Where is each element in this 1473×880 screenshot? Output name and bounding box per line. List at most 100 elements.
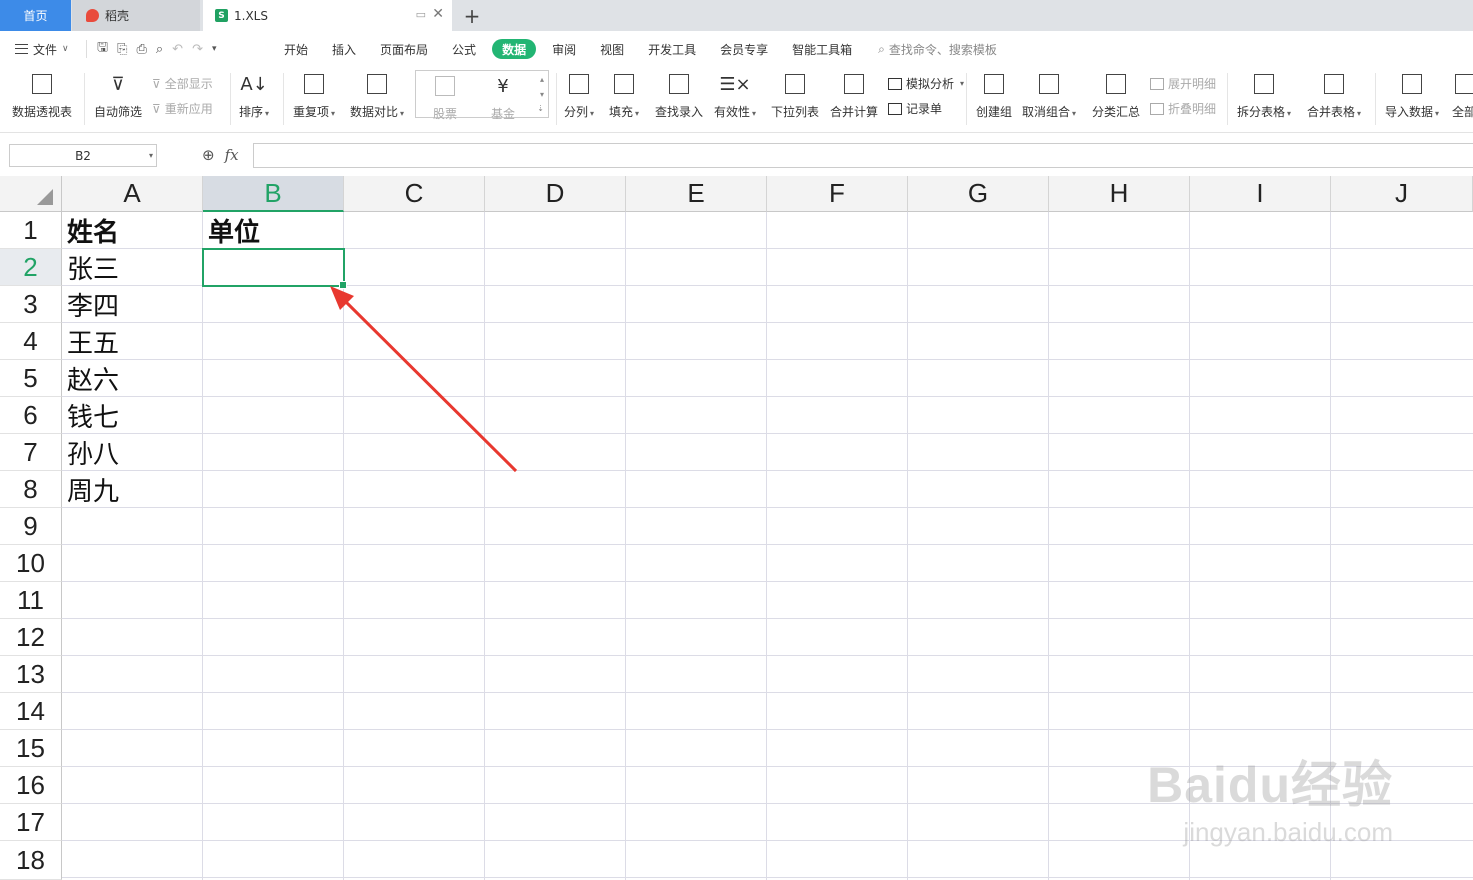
monitor-icon[interactable]: ▭ [416, 8, 426, 21]
split-column-button[interactable]: 分列 ▾ [564, 71, 594, 120]
dropdown-list-button[interactable]: 下拉列表 [771, 71, 819, 120]
expand-detail-button[interactable]: 展开明细 [1150, 75, 1216, 92]
duplicates-button[interactable]: 重复项 ▾ [293, 71, 335, 120]
pivot-table-label: 数据透视表 [12, 105, 73, 119]
merge-calc-button[interactable]: 合并计算 [830, 71, 878, 120]
reapply-button[interactable]: ⊽ 重新应用 [152, 100, 213, 117]
caret-icon: ▾ [1072, 109, 1077, 118]
autofilter-button[interactable]: ⊽ 自动筛选 [94, 71, 142, 120]
expand-gallery-icon[interactable]: ⇣ [537, 104, 544, 113]
lookup-entry-button[interactable]: 查找录入 [655, 71, 703, 120]
divider [230, 73, 231, 125]
name-box-value: B2 [75, 148, 91, 163]
ungroup-label: 取消组合 [1022, 105, 1071, 119]
tab-data[interactable]: 数据 [492, 39, 537, 59]
subtotal-icon [1103, 71, 1129, 97]
split-table-button[interactable]: 拆分表格 ▾ [1237, 71, 1291, 120]
caret-icon: ▾ [1357, 109, 1362, 118]
tab-formula[interactable]: 公式 [440, 39, 488, 59]
tab-home[interactable]: 首页 [0, 0, 71, 31]
tab-developer[interactable]: 开发工具 [636, 39, 708, 59]
scroll-up-icon[interactable]: ▴ [540, 75, 544, 84]
record-form-button[interactable]: 记录单 [888, 100, 942, 117]
tab-daoke-label: 稻壳 [105, 9, 130, 23]
expand-detail-icon [1150, 77, 1164, 90]
merge-calc-label: 合并计算 [830, 105, 879, 119]
merge-table-button[interactable]: 合并表格 ▾ [1307, 71, 1361, 120]
caret-icon: ▾ [1435, 109, 1440, 118]
tab-bar: 首页 稻壳 S 1.XLS ▭ ✕ + [0, 0, 1473, 31]
customize-icon[interactable]: ▾ [212, 44, 217, 54]
tab-insert[interactable]: 插入 [320, 39, 368, 59]
sort-label: 排序 [239, 105, 264, 119]
split-table-label: 拆分表格 [1237, 105, 1286, 119]
format-painter-icon[interactable]: ⎘ [117, 42, 127, 57]
pivot-table-button[interactable]: 数据透视表 [12, 71, 72, 120]
show-all-button[interactable]: ⊽ 全部显示 [152, 75, 213, 92]
tab-smart-tools[interactable]: 智能工具箱 [780, 39, 864, 59]
simulate-analysis-label: 模拟分析 [906, 77, 955, 91]
undo-icon[interactable]: ↶ [172, 42, 183, 57]
record-form-label: 记录单 [906, 102, 943, 116]
tab-page-layout[interactable]: 页面布局 [368, 39, 440, 59]
fill-button[interactable]: 填充 ▾ [609, 71, 639, 120]
name-box[interactable]: B2 ▾ [9, 144, 157, 167]
validity-button[interactable]: ☰× 有效性 ▾ [714, 71, 756, 120]
save-icon[interactable]: 🖫 [97, 38, 108, 60]
ungroup-button[interactable]: 取消组合 ▾ [1022, 71, 1076, 120]
close-icon[interactable]: ✕ [432, 6, 444, 22]
tab-file[interactable]: S 1.XLS ▭ ✕ [203, 0, 452, 31]
reapply-icon: ⊽ [152, 101, 161, 116]
watermark-logo: Baidu经验 [1147, 757, 1393, 813]
dropdown-list-label: 下拉列表 [771, 105, 820, 119]
data-compare-button[interactable]: 数据对比 ▾ [350, 71, 404, 120]
file-menu-button[interactable]: 文件 ∨ [0, 41, 86, 58]
duplicates-label: 重复项 [293, 105, 330, 119]
tab-view[interactable]: 视图 [588, 39, 636, 59]
import-data-label: 导入数据 [1385, 105, 1434, 119]
divider [84, 73, 85, 125]
ungroup-icon [1036, 71, 1062, 97]
quick-access-toolbar: 🖫 ⎘ ⎙ ⌕ ↶ ↷ ▾ [86, 40, 272, 58]
formula-input[interactable] [253, 143, 1473, 168]
data-compare-label: 数据对比 [350, 105, 399, 119]
create-group-button[interactable]: 创建组 [976, 71, 1012, 120]
split-table-icon [1251, 71, 1277, 97]
print-icon[interactable]: ⎙ [136, 42, 146, 57]
scroll-down-icon[interactable]: ▾ [540, 90, 544, 99]
redo-icon[interactable]: ↷ [192, 42, 203, 57]
all-button[interactable]: 全部 [1452, 71, 1473, 120]
fill-down-icon [611, 71, 637, 97]
collapse-detail-button[interactable]: 折叠明细 [1150, 100, 1216, 117]
simulate-icon [888, 77, 902, 90]
fund-button[interactable]: ¥ 基金 [490, 73, 516, 122]
sheet-grid: A B C D E F G H I J 1 2 3 4 5 6 7 8 9 10… [0, 176, 1473, 880]
create-group-label: 创建组 [976, 105, 1013, 119]
simulate-analysis-button[interactable]: 模拟分析 ▾ [888, 75, 964, 92]
zoom-icon[interactable]: ⊕ [202, 146, 215, 164]
new-tab-button[interactable]: + [458, 0, 486, 31]
insert-function-button[interactable]: fx [225, 146, 239, 164]
chevron-down-icon: ∨ [62, 44, 69, 54]
stock-button[interactable]: 股票 [432, 73, 458, 122]
dropdown-list-icon [782, 71, 808, 97]
formula-tools: ⊕ fx [202, 146, 239, 164]
data-compare-icon [364, 71, 390, 97]
stock-chart-icon [432, 73, 458, 99]
print-preview-icon[interactable]: ⌕ [156, 42, 163, 57]
command-search[interactable]: ⌕ 查找命令、搜索模板 [878, 41, 997, 58]
tab-start[interactable]: 开始 [272, 39, 320, 59]
autofilter-label: 自动筛选 [94, 105, 143, 119]
caret-icon: ▾ [400, 109, 405, 118]
chevron-down-icon[interactable]: ▾ [149, 151, 153, 160]
sort-button[interactable]: A↓ 排序 ▾ [239, 71, 269, 120]
watermark-url: jingyan.baidu.com [1183, 817, 1393, 847]
subtotal-button[interactable]: 分类汇总 [1092, 71, 1140, 120]
ribbon-tabs: 开始 插入 页面布局 公式 数据 审阅 视图 开发工具 会员专享 智能工具箱 [272, 39, 864, 59]
import-data-button[interactable]: 导入数据 ▾ [1385, 71, 1439, 120]
validity-icon: ☰× [719, 73, 751, 95]
tab-review[interactable]: 审阅 [540, 39, 588, 59]
tab-member[interactable]: 会员专享 [708, 39, 780, 59]
show-all-label: 全部显示 [164, 77, 213, 91]
tab-daoke[interactable]: 稻壳 [72, 0, 200, 31]
